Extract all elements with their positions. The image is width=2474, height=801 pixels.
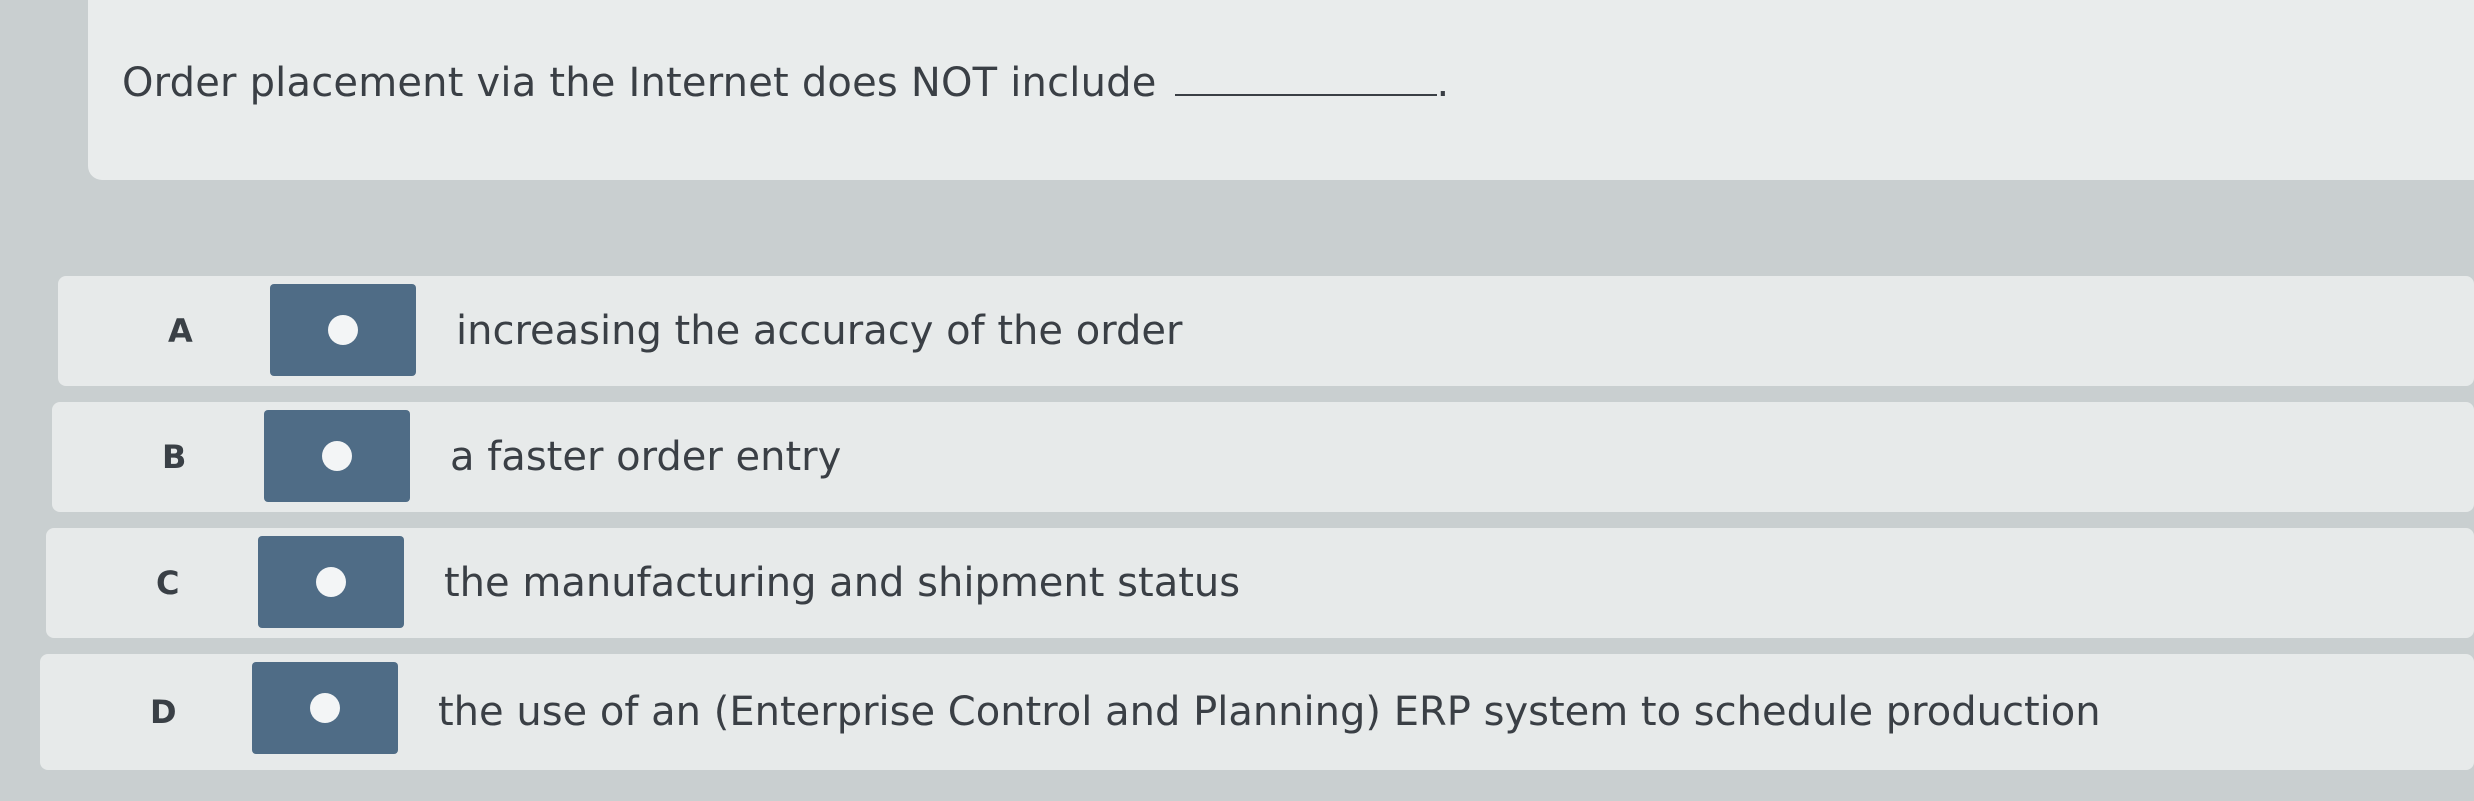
radio-button[interactable] [252, 662, 398, 754]
option-letter: C [156, 564, 180, 602]
radio-button[interactable] [258, 536, 404, 628]
option-text: the manufacturing and shipment status [444, 560, 1241, 606]
question-text: Order placement via the Internet does NO… [122, 60, 1157, 106]
option-text: increasing the accuracy of the order [456, 308, 1183, 354]
option-text: a faster order entry [450, 434, 842, 480]
option-letter: D [150, 693, 177, 731]
option-a[interactable]: A increasing the accuracy of the order [58, 276, 2474, 386]
option-b[interactable]: B a faster order entry [52, 402, 2474, 512]
question-panel: Order placement via the Internet does NO… [88, 0, 2474, 180]
option-text: the use of an (Enterprise Control and Pl… [438, 689, 2101, 735]
option-letter: B [162, 438, 187, 476]
answer-blank [1174, 64, 1437, 96]
question-end-punct: . [1436, 60, 1450, 106]
answer-options: A increasing the accuracy of the order B… [40, 276, 2474, 786]
radio-button[interactable] [264, 410, 410, 502]
radio-dot-icon [316, 567, 346, 597]
radio-dot-icon [322, 441, 352, 471]
radio-button[interactable] [270, 284, 416, 376]
radio-dot-icon [310, 693, 340, 723]
option-d[interactable]: D the use of an (Enterprise Control and … [40, 654, 2474, 770]
radio-dot-icon [328, 315, 358, 345]
question-prompt: Order placement via the Internet does NO… [122, 60, 1449, 106]
option-letter: A [168, 312, 193, 350]
option-c[interactable]: C the manufacturing and shipment status [46, 528, 2474, 638]
